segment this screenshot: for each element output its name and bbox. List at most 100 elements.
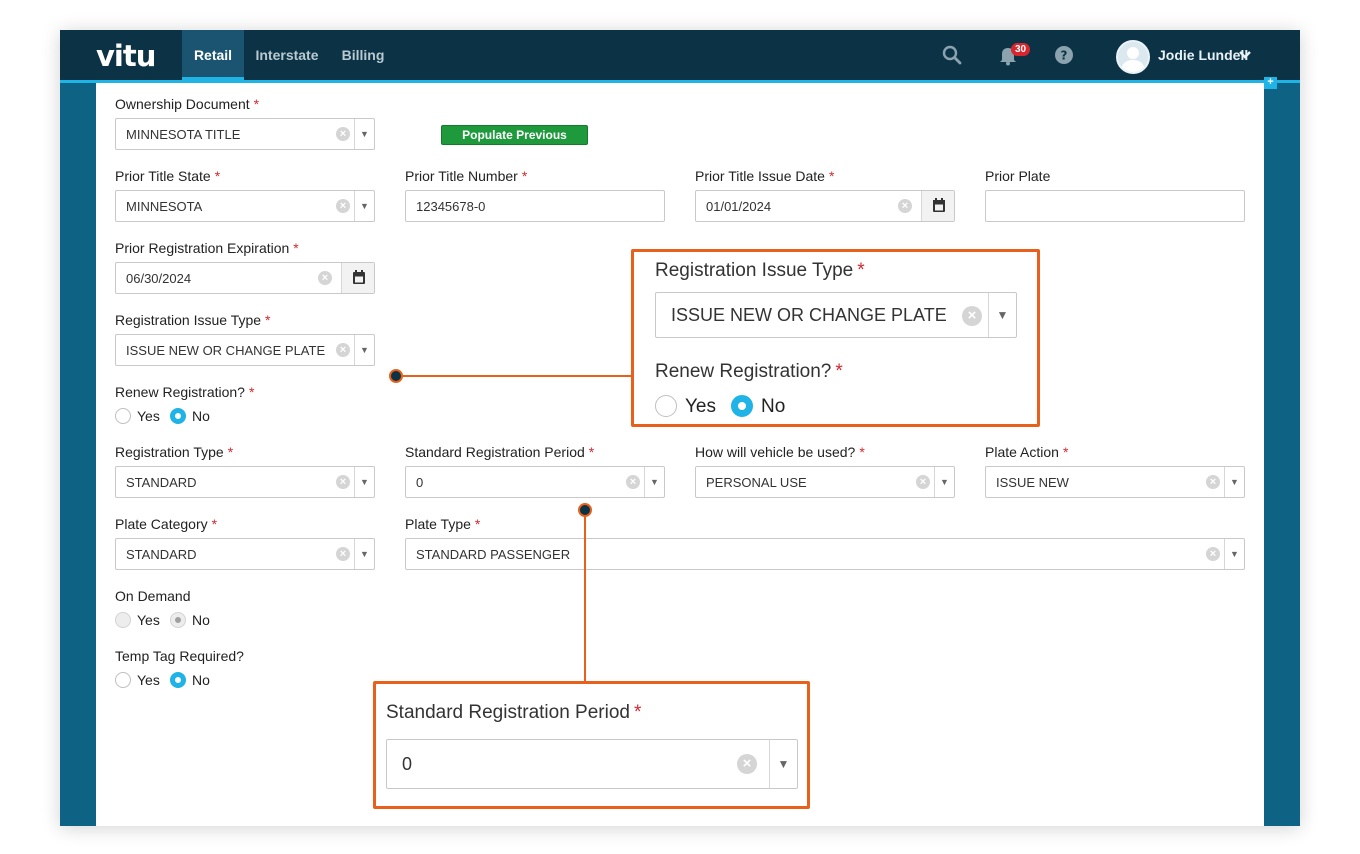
vehicle-use-label: How will vehicle be used? *: [695, 444, 865, 460]
notification-badge: 30: [1011, 43, 1031, 56]
chevron-down-icon[interactable]: ▼: [354, 335, 374, 365]
user-name[interactable]: Jodie Lundell: [1158, 47, 1248, 63]
callout-period-select[interactable]: 0 × ▼: [386, 739, 798, 789]
plate-action-label: Plate Action *: [985, 444, 1069, 460]
expand-plus-button[interactable]: +: [1264, 77, 1277, 89]
calendar-icon[interactable]: [341, 263, 374, 293]
clear-icon[interactable]: ×: [962, 306, 982, 326]
plate-category-label: Plate Category *: [115, 516, 218, 532]
chevron-down-icon[interactable]: [1238, 48, 1252, 67]
callout-renew-yes-label: Yes: [685, 396, 716, 417]
vehicle-use-value: PERSONAL USE: [706, 475, 807, 490]
callout-renew-no-radio[interactable]: [731, 395, 753, 417]
prior-registration-expiration-input[interactable]: 06/30/2024 ×: [115, 262, 375, 294]
temp-tag-no-radio[interactable]: [170, 672, 186, 688]
callout-issue-type-value: ISSUE NEW OR CHANGE PLATE: [671, 305, 947, 325]
prior-title-state-select[interactable]: MINNESOTA × ▼: [115, 190, 375, 222]
clear-icon[interactable]: ×: [336, 127, 350, 141]
plate-category-value: STANDARD: [126, 547, 197, 562]
renew-registration-yes-radio[interactable]: [115, 408, 131, 424]
chevron-down-icon[interactable]: ▼: [354, 467, 374, 497]
calendar-icon[interactable]: [921, 191, 954, 221]
clear-icon[interactable]: ×: [1206, 475, 1220, 489]
plate-action-select[interactable]: ISSUE NEW × ▼: [985, 466, 1245, 498]
registration-type-select[interactable]: STANDARD × ▼: [115, 466, 375, 498]
vehicle-use-select[interactable]: PERSONAL USE × ▼: [695, 466, 955, 498]
chevron-down-icon[interactable]: ▼: [1224, 467, 1244, 497]
callout-period-value: 0: [402, 754, 413, 774]
registration-issue-type-value: ISSUE NEW OR CHANGE PLATE: [126, 343, 326, 358]
chevron-down-icon[interactable]: ▼: [1224, 539, 1244, 569]
populate-previous-record-button[interactable]: Populate Previous Record: [441, 125, 588, 160]
plate-type-value: STANDARD PASSENGER: [416, 547, 571, 562]
temp-tag-required-label: Temp Tag Required?: [115, 648, 244, 664]
on-demand-yes-label: Yes: [137, 612, 160, 628]
registration-period-callout: Standard Registration Period * 0 × ▼: [373, 681, 810, 809]
renew-registration-label: Renew Registration? *: [115, 384, 255, 400]
help-icon[interactable]: ?: [1053, 44, 1075, 66]
on-demand-label: On Demand: [115, 588, 191, 604]
search-icon[interactable]: [941, 44, 963, 66]
prior-title-number-label: Prior Title Number *: [405, 168, 528, 184]
prior-registration-expiration-value: 06/30/2024: [126, 271, 192, 286]
clear-icon[interactable]: ×: [336, 547, 350, 561]
callout-renew-no-label: No: [761, 396, 786, 417]
tab-billing[interactable]: Billing: [336, 30, 390, 80]
clear-icon[interactable]: ×: [898, 199, 912, 213]
on-demand-no-label: No: [192, 612, 210, 628]
registration-type-value: STANDARD: [126, 475, 197, 490]
chevron-down-icon[interactable]: ▼: [934, 467, 954, 497]
tab-retail[interactable]: Retail: [182, 30, 244, 80]
clear-icon[interactable]: ×: [336, 199, 350, 213]
avatar[interactable]: [1116, 40, 1150, 74]
clear-icon[interactable]: ×: [916, 475, 930, 489]
ownership-document-select[interactable]: MINNESOTA TITLE × ▼: [115, 118, 375, 150]
renew-registration-yes-label: Yes: [137, 408, 160, 424]
chevron-down-icon[interactable]: ▼: [354, 539, 374, 569]
temp-tag-yes-radio[interactable]: [115, 672, 131, 688]
prior-registration-expiration-label: Prior Registration Expiration *: [115, 240, 299, 256]
plate-category-select[interactable]: STANDARD × ▼: [115, 538, 375, 570]
callout-renew-label: Renew Registration? *: [655, 361, 843, 382]
prior-title-issue-date-input[interactable]: 01/01/2024 ×: [695, 190, 955, 222]
clear-icon[interactable]: ×: [1206, 547, 1220, 561]
prior-plate-input[interactable]: [985, 190, 1245, 222]
callout-issue-type-select[interactable]: ISSUE NEW OR CHANGE PLATE × ▼: [655, 292, 1017, 338]
standard-registration-period-select[interactable]: 0 × ▼: [405, 466, 665, 498]
clear-icon[interactable]: ×: [737, 754, 757, 774]
prior-title-issue-date-value: 01/01/2024: [706, 199, 772, 214]
clear-icon[interactable]: ×: [336, 343, 350, 357]
top-nav-bar: vitu Retail Interstate Billing 30 ? Jodi…: [60, 30, 1300, 80]
on-demand-yes-radio: [115, 612, 131, 628]
temp-tag-yes-label: Yes: [137, 672, 160, 688]
prior-title-number-input[interactable]: 12345678-0: [405, 190, 665, 222]
on-demand-no-radio: [170, 612, 186, 628]
plate-action-value: ISSUE NEW: [996, 475, 1069, 490]
plate-type-label: Plate Type *: [405, 516, 481, 532]
tab-interstate[interactable]: Interstate: [250, 30, 324, 80]
registration-issue-type-select[interactable]: ISSUE NEW OR CHANGE PLATE × ▼: [115, 334, 375, 366]
chevron-down-icon[interactable]: ▼: [988, 293, 1016, 337]
clear-icon[interactable]: ×: [626, 475, 640, 489]
registration-type-label: Registration Type *: [115, 444, 234, 460]
ownership-document-label: Ownership Document *: [115, 96, 260, 112]
chevron-down-icon[interactable]: ▼: [769, 740, 797, 788]
plate-type-select[interactable]: STANDARD PASSENGER × ▼: [405, 538, 1245, 570]
prior-title-issue-date-label: Prior Title Issue Date *: [695, 168, 835, 184]
vitu-logo[interactable]: vitu: [96, 39, 156, 73]
callout-period-label: Standard Registration Period *: [386, 702, 642, 723]
prior-plate-label: Prior Plate: [985, 168, 1051, 184]
standard-registration-period-label: Standard Registration Period *: [405, 444, 595, 460]
registration-callout: Registration Issue Type * ISSUE NEW OR CH…: [631, 249, 1040, 427]
renew-registration-no-radio[interactable]: [170, 408, 186, 424]
chevron-down-icon[interactable]: ▼: [644, 467, 664, 497]
prior-title-number-value: 12345678-0: [416, 199, 486, 214]
callout-renew-yes-radio[interactable]: [655, 395, 677, 417]
chevron-down-icon[interactable]: ▼: [354, 191, 374, 221]
clear-icon[interactable]: ×: [336, 475, 350, 489]
standard-registration-period-value: 0: [416, 475, 424, 490]
callout-issue-type-label: Registration Issue Type *: [655, 260, 865, 281]
chevron-down-icon[interactable]: ▼: [354, 119, 374, 149]
clear-icon[interactable]: ×: [318, 271, 332, 285]
renew-registration-no-label: No: [192, 408, 210, 424]
